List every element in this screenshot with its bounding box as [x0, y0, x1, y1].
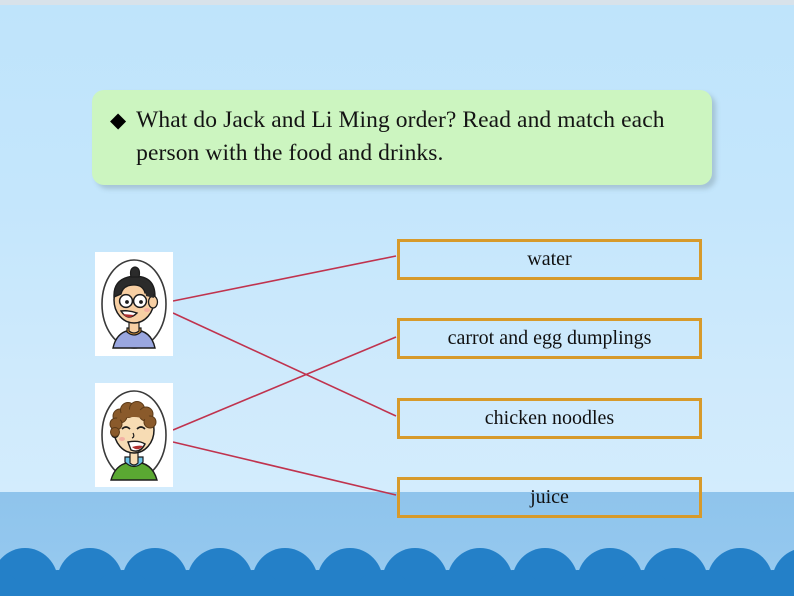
answer-label: water	[527, 248, 572, 270]
instruction-text: What do Jack and Li Ming order? Read and…	[136, 107, 665, 166]
answer-label: carrot and egg dumplings	[447, 327, 652, 349]
instruction-callout: ◆ What do Jack and Li Ming order? Read a…	[92, 90, 712, 185]
answer-box-juice[interactable]: juice	[397, 477, 702, 518]
answer-label: chicken noodles	[484, 407, 615, 429]
answer-box-water[interactable]: water	[397, 239, 702, 280]
answer-box-carrot-and-egg-dumplings[interactable]: carrot and egg dumplings	[397, 318, 702, 359]
answer-label: juice	[530, 486, 569, 508]
avatar-li-ming[interactable]	[95, 383, 173, 487]
answer-box-chicken-noodles[interactable]: chicken noodles	[397, 398, 702, 439]
diamond-bullet-icon: ◆	[110, 108, 127, 132]
dome-decoration-row-front	[0, 568, 794, 596]
avatar-jack[interactable]	[95, 252, 173, 356]
slide-canvas: ◆ What do Jack and Li Ming order? Read a…	[0, 0, 794, 596]
